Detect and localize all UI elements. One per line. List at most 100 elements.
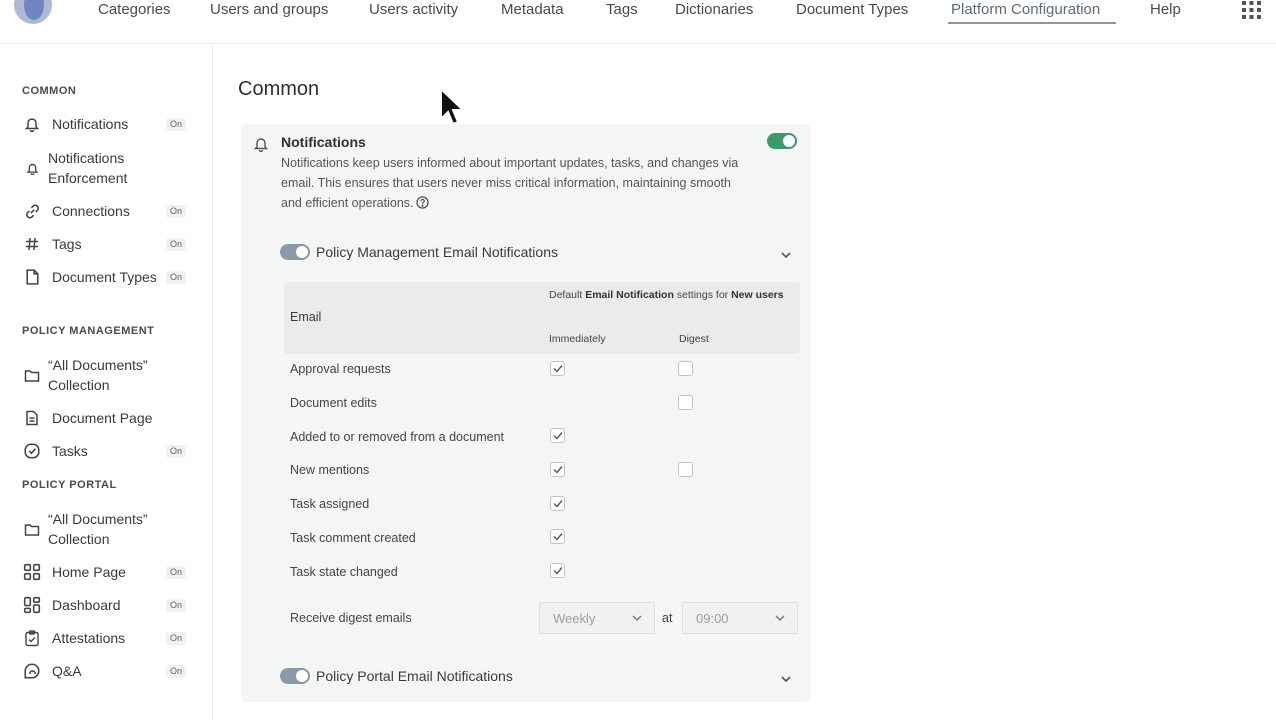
- toggle-knob: [296, 246, 308, 258]
- sidebar-item-label: Notifications: [52, 116, 129, 132]
- chevron-down-icon[interactable]: [779, 248, 793, 262]
- toggle-knob: [783, 135, 795, 147]
- sidebar-item-attestations[interactable]: Attestations On: [22, 628, 192, 648]
- bell-icon: [22, 158, 42, 178]
- column-header-immediately: Immediately: [549, 333, 606, 345]
- status-badge: On: [165, 664, 186, 678]
- table-row-label: Task assigned: [290, 497, 370, 511]
- table-row-label: Document edits: [290, 396, 377, 410]
- folder-icon: [22, 519, 42, 539]
- sidebar-section-common: COMMON: [22, 85, 77, 97]
- sidebar-item-label: Tags: [52, 236, 82, 252]
- sidebar-item-label: Document Page: [52, 410, 153, 426]
- status-badge: On: [165, 598, 186, 612]
- sidebar-item-home-page[interactable]: Home Page On: [22, 562, 192, 582]
- status-badge: On: [165, 117, 186, 131]
- digest-time-select[interactable]: 09:00: [682, 602, 798, 634]
- link-icon: [22, 201, 42, 221]
- active-tab-indicator: [948, 22, 1116, 24]
- status-badge: On: [165, 270, 186, 284]
- table-row-label: Added to or removed from a document: [290, 430, 505, 444]
- table-row-label: Task state changed: [290, 565, 398, 579]
- policy-portal-toggle[interactable]: [280, 668, 310, 684]
- folder-icon: [22, 365, 42, 385]
- digest-label: Receive digest emails: [290, 611, 412, 625]
- column-header-digest: Digest: [679, 333, 709, 345]
- sidebar-item-label: Dashboard: [52, 597, 121, 613]
- document-icon: [22, 267, 42, 287]
- digest-checkbox[interactable]: [678, 462, 693, 477]
- help-icon[interactable]: [415, 196, 429, 209]
- sidebar-item-label: Tasks: [52, 443, 88, 459]
- sidebar-item-all-documents-collection-portal[interactable]: “All Documents” Collection: [22, 509, 192, 549]
- nav-dictionaries[interactable]: Dictionaries: [675, 0, 753, 20]
- check-circle-icon: [22, 441, 42, 461]
- immediately-checkbox[interactable]: [550, 428, 565, 443]
- digest-checkbox[interactable]: [678, 361, 693, 376]
- table-row-label: Task comment created: [290, 531, 416, 545]
- column-header-email: Email: [290, 310, 322, 324]
- status-badge: On: [165, 631, 186, 645]
- chevron-down-icon[interactable]: [779, 672, 793, 686]
- mouse-cursor-icon: [440, 87, 465, 126]
- sidebar-item-tags[interactable]: Tags On: [22, 234, 192, 254]
- sidebar-item-label: Document Types: [52, 269, 157, 285]
- page-title: Common: [238, 78, 320, 100]
- immediately-checkbox[interactable]: [550, 529, 565, 544]
- chevron-down-icon: [632, 615, 642, 622]
- page-icon: [22, 408, 42, 428]
- sidebar-item-document-types[interactable]: Document Types On: [22, 267, 192, 287]
- immediately-checkbox[interactable]: [550, 361, 565, 376]
- sidebar-item-label: Q&A: [52, 663, 82, 679]
- immediately-checkbox[interactable]: [550, 496, 565, 511]
- chevron-down-icon: [775, 615, 785, 622]
- home-grid-icon: [22, 562, 42, 582]
- sidebar-item-notifications[interactable]: Notifications On: [22, 114, 192, 134]
- policy-portal-section-title: Policy Portal Email Notifications: [316, 668, 513, 684]
- digest-checkbox[interactable]: [678, 395, 693, 410]
- sidebar-item-label: Connections: [52, 203, 130, 219]
- nav-document-types[interactable]: Document Types: [796, 0, 908, 20]
- immediately-checkbox[interactable]: [550, 462, 565, 477]
- policy-management-section-title: Policy Management Email Notifications: [316, 244, 558, 260]
- nav-platform-configuration[interactable]: Platform Configuration: [951, 0, 1100, 20]
- at-label: at: [662, 611, 673, 625]
- nav-metadata[interactable]: Metadata: [501, 0, 564, 20]
- top-navigation: Categories Users and groups Users activi…: [0, 0, 1276, 44]
- nav-users-activity[interactable]: Users activity: [369, 0, 458, 20]
- digest-frequency-select[interactable]: Weekly: [539, 602, 655, 634]
- sidebar-item-label: Home Page: [52, 564, 126, 580]
- sidebar-item-qa[interactable]: Q&A On: [22, 661, 192, 681]
- sidebar-item-label: Attestations: [52, 630, 126, 646]
- hash-icon: [22, 234, 42, 254]
- sidebar-item-all-documents-collection[interactable]: “All Documents” Collection: [22, 355, 192, 395]
- status-badge: On: [165, 237, 186, 251]
- card-description: Notifications keep users informed about …: [281, 156, 739, 210]
- immediately-checkbox[interactable]: [550, 563, 565, 578]
- sidebar-item-tasks[interactable]: Tasks On: [22, 441, 192, 461]
- sidebar-item-notifications-enforcement[interactable]: Notifications Enforcement: [22, 148, 192, 188]
- bell-icon: [253, 138, 269, 152]
- sidebar-section-policy-portal: POLICY PORTAL: [22, 479, 117, 491]
- nav-categories[interactable]: Categories: [98, 0, 171, 20]
- column-header-default-settings: Default Email Notification settings for …: [549, 289, 784, 301]
- bell-icon: [22, 114, 42, 134]
- policy-management-toggle[interactable]: [280, 244, 310, 260]
- grid-icon[interactable]: [1242, 1, 1261, 19]
- clipboard-check-icon: [22, 628, 42, 648]
- status-badge: On: [165, 565, 186, 579]
- nav-users-and-groups[interactable]: Users and groups: [210, 0, 328, 20]
- nav-help[interactable]: Help: [1150, 0, 1181, 20]
- sidebar-item-dashboard[interactable]: Dashboard On: [22, 595, 192, 615]
- dashboard-icon: [22, 595, 42, 615]
- status-badge: On: [165, 444, 186, 458]
- sidebar-item-document-page[interactable]: Document Page: [22, 408, 192, 428]
- sidebar-item-label: “All Documents” Collection: [48, 511, 148, 547]
- sidebar-item-connections[interactable]: Connections On: [22, 201, 192, 221]
- status-badge: On: [165, 204, 186, 218]
- sidebar-item-label: “All Documents” Collection: [48, 357, 148, 393]
- table-row-label: New mentions: [290, 463, 370, 477]
- notifications-toggle[interactable]: [767, 133, 797, 149]
- card-title: Notifications: [281, 134, 366, 150]
- nav-tags[interactable]: Tags: [606, 0, 638, 20]
